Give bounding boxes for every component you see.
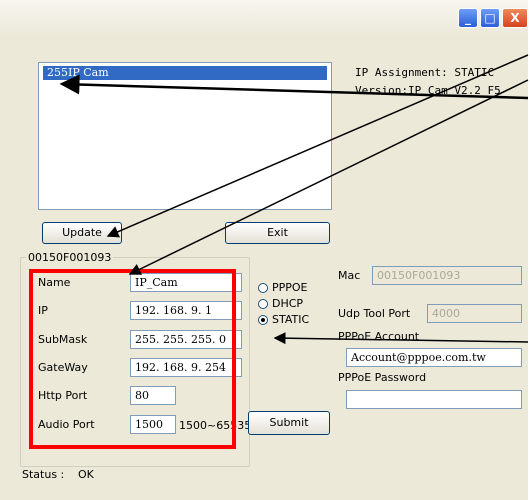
highlight-box xyxy=(29,269,236,449)
radio-pppoe-label: PPPOE xyxy=(272,281,308,294)
close-button[interactable]: X xyxy=(502,8,528,28)
version-text: Version:IP Cam V2.2_F5 xyxy=(355,84,501,97)
udp-port-field: 4000 xyxy=(427,304,522,323)
radio-pppoe[interactable] xyxy=(258,283,268,293)
pppoe-password-field[interactable] xyxy=(346,390,522,409)
mac-field: 00150F001093 xyxy=(372,266,522,285)
device-list[interactable]: 255IP Cam xyxy=(38,62,332,210)
exit-button[interactable]: Exit xyxy=(225,222,330,244)
group-title: 00150F001093 xyxy=(26,251,114,264)
maximize-button[interactable]: □ xyxy=(480,8,500,28)
close-icon: X xyxy=(510,11,520,25)
radio-static-label: STATIC xyxy=(272,313,310,326)
pppoe-password-label: PPPoE Password xyxy=(338,371,427,384)
pppoe-account-field[interactable]: Account@pppoe.com.tw xyxy=(346,348,522,367)
radio-static[interactable] xyxy=(258,315,268,325)
udp-port-label: Udp Tool Port xyxy=(338,307,411,320)
list-item-selected[interactable]: 255IP Cam xyxy=(43,66,327,80)
ip-assignment-text: IP Assignment: STATIC xyxy=(355,66,495,79)
status-value: OK xyxy=(78,468,94,481)
submit-button[interactable]: Submit xyxy=(248,411,330,435)
radio-dhcp[interactable] xyxy=(258,299,268,309)
maximize-icon: □ xyxy=(484,11,496,25)
pppoe-account-label: PPPoE Account xyxy=(338,330,420,343)
mac-label: Mac xyxy=(338,269,361,282)
title-bar: _ □ X xyxy=(0,0,528,36)
status-label: Status : xyxy=(22,468,65,481)
radio-dhcp-label: DHCP xyxy=(272,297,304,310)
minimize-button[interactable]: _ xyxy=(458,8,478,28)
update-button[interactable]: Update xyxy=(42,222,122,244)
minimize-icon: _ xyxy=(465,11,471,25)
app-window: _ □ X 255IP Cam IP Assignment: STATIC Ve… xyxy=(0,0,529,500)
